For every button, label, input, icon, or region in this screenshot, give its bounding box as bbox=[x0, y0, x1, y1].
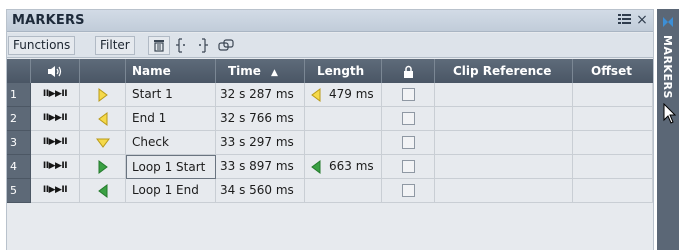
header-play[interactable] bbox=[31, 59, 80, 83]
play-from-marker-button[interactable]: II▶▶II bbox=[31, 179, 80, 203]
delete-marker-icon bbox=[154, 40, 164, 52]
offset-cell[interactable] bbox=[573, 131, 653, 155]
speaker-icon bbox=[48, 66, 62, 77]
lock-cell bbox=[382, 83, 435, 107]
markers-panel: MARKERS × Functions Filter Name Time ▲ L… bbox=[6, 9, 654, 250]
table-row[interactable]: 1 II▶▶II Start 1 32 s 287 ms 479 ms bbox=[7, 83, 653, 107]
offset-cell[interactable] bbox=[573, 83, 653, 107]
marker-length[interactable]: 479 ms bbox=[305, 83, 382, 107]
table-row[interactable]: 2 II▶▶II End 1 32 s 766 ms bbox=[7, 107, 653, 131]
header-name[interactable]: Name bbox=[126, 59, 216, 83]
loop-start-marker-icon bbox=[98, 159, 108, 174]
offset-cell[interactable] bbox=[573, 155, 653, 179]
loop-end-marker-icon bbox=[311, 159, 321, 174]
clip-reference-cell[interactable] bbox=[435, 107, 573, 131]
lock-cell bbox=[382, 179, 435, 203]
markers-side-tab[interactable]: MARKERS bbox=[657, 9, 679, 250]
panel-titlebar: MARKERS × bbox=[7, 10, 653, 32]
lock-icon bbox=[403, 65, 413, 78]
play-from-marker-button[interactable]: II▶▶II bbox=[31, 155, 80, 179]
marker-name[interactable]: Check bbox=[126, 131, 216, 155]
table-row[interactable]: 4 II▶▶II Loop 1 Start 33 s 897 ms 663 ms bbox=[7, 155, 653, 179]
table-header: Name Time ▲ Length Clip Reference Offset bbox=[7, 59, 653, 83]
marker-type-cell[interactable] bbox=[80, 83, 126, 107]
clip-reference-cell[interactable] bbox=[435, 155, 573, 179]
sort-ascending-icon: ▲ bbox=[270, 68, 278, 78]
functions-menu[interactable]: Functions bbox=[8, 36, 76, 55]
table-row[interactable]: 5 II▶▶II Loop 1 End 34 s 560 ms bbox=[7, 179, 653, 203]
marker-time[interactable]: 32 s 766 ms bbox=[216, 107, 305, 131]
lock-checkbox[interactable] bbox=[401, 184, 415, 197]
offset-cell[interactable] bbox=[573, 107, 653, 131]
marker-length[interactable]: 663 ms bbox=[305, 155, 382, 179]
row-number: 1 bbox=[7, 83, 31, 107]
pin-icon bbox=[663, 17, 673, 27]
clip-reference-cell[interactable] bbox=[435, 131, 573, 155]
loop-link-button[interactable] bbox=[215, 36, 237, 55]
filter-menu[interactable]: Filter bbox=[95, 36, 135, 55]
row-number: 2 bbox=[7, 107, 31, 131]
end-marker-icon bbox=[311, 87, 321, 102]
mouse-cursor-icon bbox=[663, 103, 677, 124]
marker-time[interactable]: 33 s 297 ms bbox=[216, 131, 305, 155]
marker-length[interactable] bbox=[305, 179, 382, 203]
marker-time[interactable]: 34 s 560 ms bbox=[216, 179, 305, 203]
header-time[interactable]: Time ▲ bbox=[216, 59, 305, 83]
row-number: 4 bbox=[7, 155, 31, 179]
select-start-icon bbox=[176, 38, 185, 53]
marker-length[interactable] bbox=[305, 107, 382, 131]
marker-name[interactable]: Loop 1 End bbox=[126, 179, 216, 203]
panel-layout-icon[interactable] bbox=[617, 13, 631, 27]
lock-checkbox[interactable] bbox=[401, 112, 415, 125]
marker-length[interactable] bbox=[305, 131, 382, 155]
start-marker-icon bbox=[98, 87, 108, 102]
play-from-marker-button[interactable]: II▶▶II bbox=[31, 107, 80, 131]
header-rownum bbox=[7, 59, 31, 83]
select-start-button[interactable] bbox=[170, 36, 192, 55]
marker-name[interactable]: Start 1 bbox=[126, 83, 216, 107]
lock-cell bbox=[382, 155, 435, 179]
marker-length-value: 663 ms bbox=[329, 159, 374, 173]
select-end-button[interactable] bbox=[192, 36, 214, 55]
header-time-label: Time bbox=[228, 64, 261, 78]
lock-cell bbox=[382, 107, 435, 131]
close-icon[interactable]: × bbox=[635, 13, 649, 27]
lock-cell bbox=[382, 131, 435, 155]
marker-type-cell[interactable] bbox=[80, 155, 126, 179]
lock-checkbox[interactable] bbox=[401, 88, 415, 101]
header-offset[interactable]: Offset bbox=[573, 59, 653, 83]
generic-marker-icon bbox=[95, 138, 110, 148]
table-empty-area[interactable] bbox=[7, 203, 653, 250]
marker-name[interactable]: End 1 bbox=[126, 107, 216, 131]
lock-checkbox[interactable] bbox=[401, 136, 415, 149]
header-marker-type[interactable] bbox=[80, 59, 126, 83]
end-marker-icon bbox=[97, 111, 107, 126]
marker-type-cell[interactable] bbox=[80, 131, 126, 155]
header-clip-reference[interactable]: Clip Reference bbox=[435, 59, 573, 83]
play-from-marker-button[interactable]: II▶▶II bbox=[31, 131, 80, 155]
row-number: 3 bbox=[7, 131, 31, 155]
select-end-icon bbox=[199, 38, 208, 53]
clip-reference-cell[interactable] bbox=[435, 179, 573, 203]
side-tab-label: MARKERS bbox=[661, 35, 674, 99]
header-lock[interactable] bbox=[382, 59, 435, 83]
table-row[interactable]: 3 II▶▶II Check 33 s 297 ms bbox=[7, 131, 653, 155]
marker-time[interactable]: 33 s 897 ms bbox=[216, 155, 305, 179]
play-from-marker-button[interactable]: II▶▶II bbox=[31, 83, 80, 107]
loop-link-icon bbox=[218, 39, 234, 51]
marker-time[interactable]: 32 s 287 ms bbox=[216, 83, 305, 107]
row-number: 5 bbox=[7, 179, 31, 203]
offset-cell[interactable] bbox=[573, 179, 653, 203]
marker-name[interactable]: Loop 1 Start bbox=[126, 155, 216, 179]
marker-type-cell[interactable] bbox=[80, 179, 126, 203]
clip-reference-cell[interactable] bbox=[435, 83, 573, 107]
marker-length-value: 479 ms bbox=[329, 87, 374, 101]
delete-marker-button[interactable] bbox=[148, 36, 170, 55]
marker-type-cell[interactable] bbox=[80, 107, 126, 131]
header-length[interactable]: Length bbox=[305, 59, 382, 83]
panel-title: MARKERS bbox=[12, 13, 85, 28]
loop-end-marker-icon bbox=[97, 183, 107, 198]
lock-checkbox[interactable] bbox=[401, 160, 415, 173]
panel-toolbar: Functions Filter bbox=[7, 33, 653, 58]
